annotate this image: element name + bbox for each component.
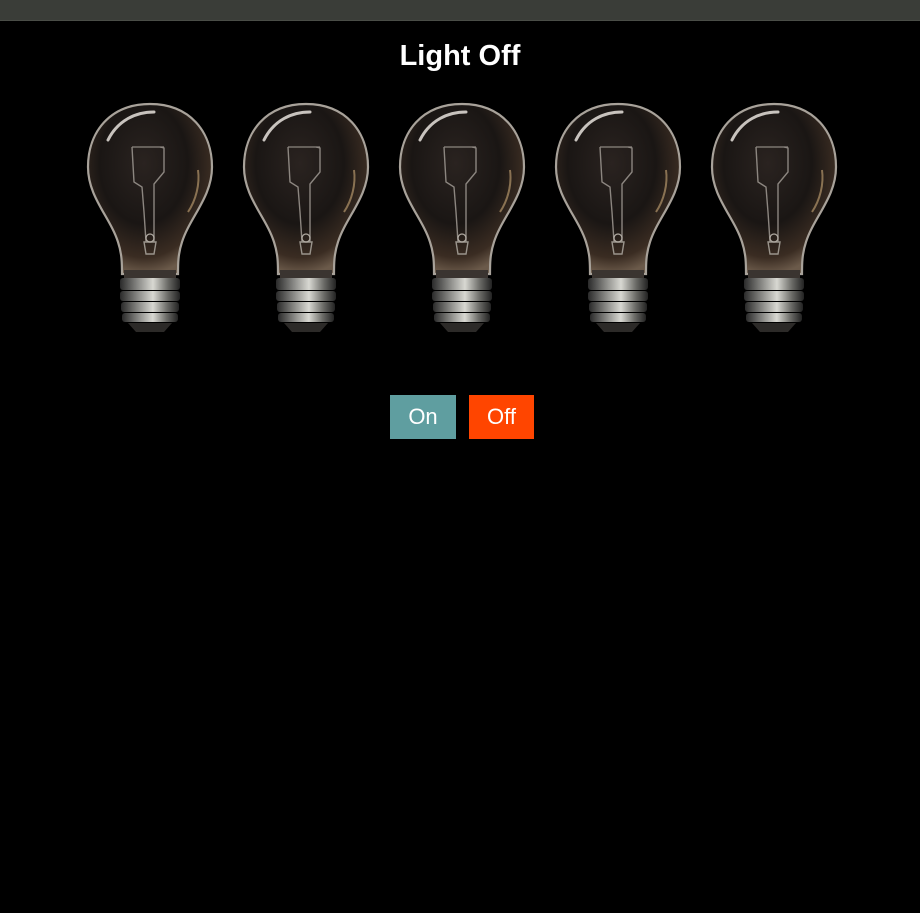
light-bulb-icon (392, 92, 532, 342)
light-bulb-icon (548, 92, 688, 342)
browser-top-bar (0, 0, 920, 21)
bulb-row (80, 92, 844, 342)
on-button[interactable]: On (390, 395, 456, 439)
light-bulb-icon (80, 92, 220, 342)
off-button[interactable]: Off (469, 395, 534, 439)
light-bulb-icon (236, 92, 376, 342)
light-controls: On Off (0, 395, 920, 439)
light-bulb-icon (704, 92, 844, 342)
page-title: Light Off (399, 40, 521, 72)
